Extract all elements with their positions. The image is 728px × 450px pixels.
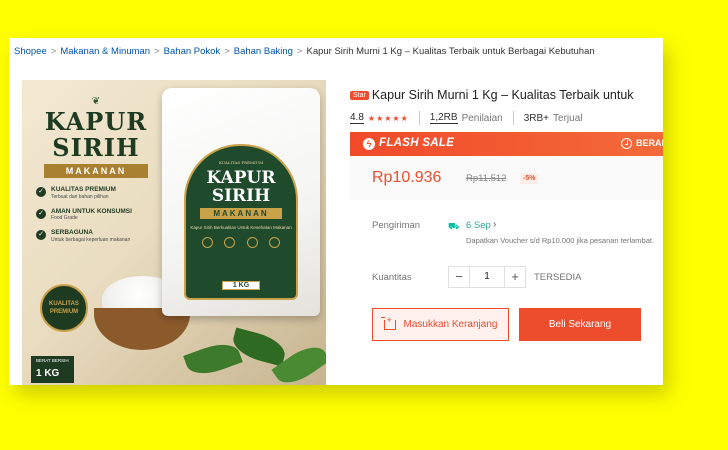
star-seller-badge: Star: [350, 91, 369, 100]
shipping-date[interactable]: 6 Sep: [466, 220, 491, 231]
divider: [512, 111, 514, 125]
quantity-plus-button[interactable]: +: [504, 266, 526, 288]
breadcrumb-separator: >: [224, 46, 230, 57]
quantity-input[interactable]: 1: [470, 266, 504, 288]
shipping-truck-icon: ⛟: [448, 221, 460, 231]
breadcrumb-separator: >: [296, 46, 303, 57]
breadcrumb-item-shopee[interactable]: Shopee: [14, 46, 47, 57]
sold-count: 3RB+: [523, 112, 550, 124]
image-feature: ✓ AMAN UNTUK KONSUMSI Food Grade: [36, 207, 156, 221]
image-feature: ✓ SERBAGUNA Untuk berbagai keperluan maka…: [36, 229, 156, 243]
flash-sale-ends-label: BERAKHIR: [636, 138, 663, 148]
discount-badge: -5%: [520, 173, 539, 184]
flash-icon: ϟ: [363, 138, 375, 150]
feature-title: SERBAGUNA: [51, 229, 93, 236]
quantity-stepper: − 1 +: [448, 266, 526, 288]
product-card: Shopee > Makanan & Minuman > Bahan Pokok > Bah…: [9, 38, 663, 385]
check-icon: ✓: [36, 208, 46, 219]
quantity-minus-button[interactable]: −: [448, 266, 470, 288]
bag-feature-icon: [269, 236, 281, 248]
price-box: Rp10.936 Rp11.512 -5%: [350, 156, 663, 200]
feature-title: AMAN UNTUK KONSUMSI: [51, 207, 132, 215]
review-label: Penilaian: [461, 112, 503, 124]
image-left-panel: ❦ KAPUR SIRIH MAKANAN ✓ KUALITAS PREMIUM…: [36, 96, 156, 243]
premium-badge: KUALITAS PREMIUM: [40, 284, 88, 332]
net-weight-value: 1 KG: [36, 368, 60, 379]
image-feature: ✓ KUALITAS PREMIUM Terbuat dari bahan pil…: [36, 186, 156, 200]
bag-icons: [196, 236, 286, 248]
bag-band: MAKANAN: [200, 208, 282, 219]
flash-sale-label: FLASH SALE: [379, 137, 455, 149]
image-title-line2: SIRIH: [52, 133, 140, 162]
cart-add-icon: [380, 316, 396, 330]
chevron-right-icon[interactable]: ›: [493, 219, 496, 230]
image-band: MAKANAN: [44, 164, 148, 178]
bag-title-line2: SIRIH: [211, 186, 271, 206]
shipping-label: Pengiriman: [372, 220, 421, 231]
rating-stars-icon: ★★★★★: [367, 113, 409, 123]
feature-sub: Food Grade: [51, 215, 78, 221]
bag-feature-icon: [224, 236, 236, 248]
bag-title-line1: KAPUR: [206, 168, 276, 188]
bag-weight: 1 KG: [222, 281, 260, 290]
bag-feature-icon: [201, 236, 213, 248]
check-icon: ✓: [36, 230, 46, 240]
title-row: Star Kapur Sirih Murni 1 Kg – Kualitas Te…: [350, 86, 634, 104]
breadcrumb-separator: >: [50, 46, 57, 57]
original-price: Rp11.512: [466, 173, 507, 184]
add-to-cart-button[interactable]: Masukkan Keranjang: [372, 308, 509, 341]
bag-subtitle: Kapur Sirih Berkualitas Untuk Kesehatan …: [190, 225, 292, 230]
product-bag: KUALITAS PREMIUM KAPUR SIRIH MAKANAN Kap…: [162, 88, 320, 316]
flash-sale-bar: ϟ FLASH SALE BERAKHIR: [350, 132, 663, 156]
bag-feature-icon: [246, 236, 258, 248]
check-icon: ✓: [36, 187, 46, 197]
shipping-voucher-text: Dapatkan Voucher s/d Rp10.000 jika pesan…: [466, 236, 655, 245]
product-info: Star Kapur Sirih Murni 1 Kg – Kualitas Te…: [350, 38, 663, 385]
product-image[interactable]: ❦ KAPUR SIRIH MAKANAN ✓ KUALITAS PREMIUM…: [22, 80, 326, 385]
breadcrumb-item-bahan-pokok[interactable]: Bahan Pokok: [164, 46, 221, 57]
current-price: Rp10.936: [372, 169, 442, 186]
rating-value[interactable]: 4.8: [350, 112, 364, 124]
betel-leaves: [182, 316, 326, 385]
review-count[interactable]: 1,2RB: [429, 112, 458, 124]
breadcrumb-item-bahan-baking[interactable]: Bahan Baking: [234, 46, 293, 57]
clock-icon: [621, 138, 632, 149]
sold-label: Terjual: [553, 112, 583, 124]
bag-top-text: KUALITAS PREMIUM: [218, 160, 264, 165]
product-title: Kapur Sirih Murni 1 Kg – Kualitas Terbai…: [371, 88, 634, 102]
product-meta: 4.8 ★★★★★ 1,2RB Penilaian 3RB+ Terjual: [350, 111, 582, 125]
add-to-cart-label: Masukkan Keranjang: [403, 319, 498, 330]
net-weight-tag: BERAT BERSIH 1 KG: [31, 356, 74, 383]
divider: [418, 111, 420, 125]
leaf-ornament-icon: ❦: [91, 96, 101, 107]
feature-sub: Terbuat dari bahan pilihan: [51, 193, 109, 200]
stock-status: TERSEDIA: [534, 272, 582, 283]
feature-sub: Untuk berbagai keperluan makanan: [51, 236, 131, 243]
breadcrumb-separator: >: [154, 46, 160, 57]
image-title-line1: KAPUR: [44, 107, 148, 136]
quantity-label: Kuantitas: [372, 272, 412, 283]
bag-label: KUALITAS PREMIUM KAPUR SIRIH MAKANAN Kap…: [184, 144, 298, 300]
net-weight-label: BERAT BERSIH: [36, 358, 69, 363]
breadcrumb-item-makanan-minuman[interactable]: Makanan & Minuman: [60, 46, 150, 57]
buy-now-button[interactable]: Beli Sekarang: [519, 308, 641, 341]
feature-title: KUALITAS PREMIUM: [51, 186, 116, 193]
